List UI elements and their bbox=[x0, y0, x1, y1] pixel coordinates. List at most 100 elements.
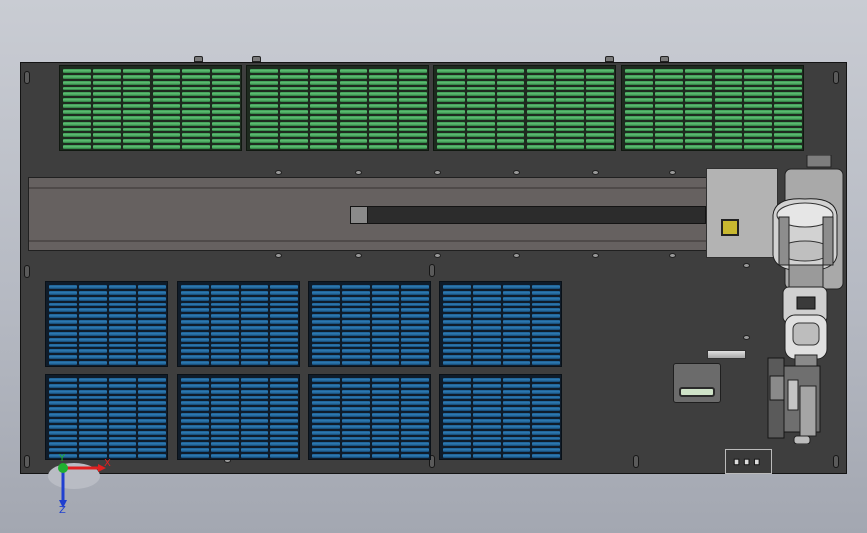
rack-slot bbox=[496, 80, 525, 85]
rack-slot bbox=[181, 407, 209, 412]
rack-slot bbox=[625, 98, 653, 103]
rack-slot bbox=[182, 92, 211, 97]
rack-slot bbox=[399, 86, 427, 91]
rack-slot bbox=[240, 424, 269, 429]
rack-slot bbox=[312, 401, 340, 406]
rail-bolt bbox=[513, 253, 520, 258]
rack-slot bbox=[532, 454, 560, 458]
rack-slot bbox=[210, 407, 239, 412]
rack-slot bbox=[152, 145, 181, 149]
rack-slot bbox=[78, 314, 107, 319]
rack-slot bbox=[240, 407, 269, 412]
rail-bolt bbox=[355, 170, 362, 175]
rack-slot bbox=[437, 133, 465, 138]
rack-slot bbox=[181, 389, 209, 394]
blue-rack[interactable] bbox=[308, 374, 431, 460]
rack-slot bbox=[309, 80, 338, 85]
control-box[interactable] bbox=[725, 449, 772, 474]
rail-bolt bbox=[275, 253, 282, 258]
gripper-stand[interactable] bbox=[764, 356, 824, 444]
rack-slot bbox=[714, 115, 743, 120]
rack-slot bbox=[472, 378, 501, 382]
rack-slot bbox=[210, 378, 239, 382]
blue-rack[interactable] bbox=[439, 281, 562, 367]
rack-slot bbox=[339, 110, 368, 114]
green-rack[interactable] bbox=[246, 65, 429, 151]
rack-slot bbox=[250, 121, 278, 126]
blue-rack[interactable] bbox=[45, 281, 168, 367]
cad-viewport[interactable]: X Y Z bbox=[0, 0, 867, 533]
rack-slot bbox=[312, 424, 340, 429]
rack-slot bbox=[312, 419, 340, 423]
rack-slot bbox=[138, 389, 166, 394]
green-rack[interactable] bbox=[433, 65, 616, 151]
rack-slot bbox=[270, 314, 298, 319]
rack-slot bbox=[472, 355, 501, 360]
green-rack[interactable] bbox=[59, 65, 242, 151]
rack-slot bbox=[339, 80, 368, 85]
rack-slot bbox=[279, 127, 308, 132]
rack-slot bbox=[78, 424, 107, 429]
rack-slot bbox=[182, 74, 211, 79]
green-rack[interactable] bbox=[621, 65, 804, 151]
rack-slot bbox=[502, 355, 531, 360]
rack-slot bbox=[181, 395, 209, 400]
rack-slot bbox=[270, 383, 298, 388]
rack-slot bbox=[437, 98, 465, 103]
rack-slot bbox=[532, 401, 560, 406]
rack-slot bbox=[63, 98, 91, 103]
rack-slot bbox=[744, 92, 773, 97]
rack-slot bbox=[369, 74, 398, 79]
rack-slot bbox=[399, 98, 427, 103]
rack-slot bbox=[108, 331, 137, 336]
rack-slot bbox=[108, 349, 137, 354]
rack-slot bbox=[371, 361, 400, 365]
rack-slot bbox=[684, 98, 713, 103]
rack-slot bbox=[744, 115, 773, 120]
rack-slot bbox=[369, 139, 398, 144]
rack-slot bbox=[532, 355, 560, 360]
rack-slot bbox=[108, 302, 137, 307]
rack-slot bbox=[138, 424, 166, 429]
rack-slot bbox=[472, 296, 501, 301]
rack-slot bbox=[49, 395, 77, 400]
rack-slot bbox=[532, 361, 560, 365]
rack-slot bbox=[182, 127, 211, 132]
rack-slot bbox=[312, 442, 340, 447]
rack-slot bbox=[138, 296, 166, 301]
rack-slot bbox=[472, 419, 501, 423]
rack-slot bbox=[369, 110, 398, 114]
rack-slot bbox=[63, 127, 91, 132]
rack-slot bbox=[472, 308, 501, 313]
rack-slot bbox=[339, 133, 368, 138]
rack-slot bbox=[502, 407, 531, 412]
rack-slot bbox=[78, 331, 107, 336]
parts-tray[interactable] bbox=[673, 363, 721, 403]
rack-slot bbox=[341, 378, 370, 382]
blue-rack[interactable] bbox=[45, 374, 168, 460]
rack-slot bbox=[78, 290, 107, 295]
rack-slot bbox=[240, 383, 269, 388]
rack-slot bbox=[371, 407, 400, 412]
blue-rack[interactable] bbox=[439, 374, 562, 460]
rack-slot bbox=[502, 290, 531, 295]
rack-slot bbox=[341, 349, 370, 354]
rack-slot bbox=[371, 349, 400, 354]
rack-slot bbox=[437, 145, 465, 149]
rack-slot bbox=[341, 314, 370, 319]
rack-slot bbox=[625, 121, 653, 126]
bar-workpiece[interactable] bbox=[707, 350, 746, 359]
rack-slot bbox=[279, 139, 308, 144]
rack-slot bbox=[466, 74, 495, 79]
rack-slot bbox=[92, 69, 121, 73]
rack-slot bbox=[502, 361, 531, 365]
rack-slot bbox=[586, 98, 614, 103]
rack-slot bbox=[339, 69, 368, 73]
blue-rack[interactable] bbox=[177, 281, 300, 367]
rack-slot bbox=[443, 302, 471, 307]
blue-rack[interactable] bbox=[308, 281, 431, 367]
rack-slot bbox=[502, 302, 531, 307]
blue-rack[interactable] bbox=[177, 374, 300, 460]
rack-slot bbox=[49, 424, 77, 429]
rack-slot bbox=[49, 349, 77, 354]
